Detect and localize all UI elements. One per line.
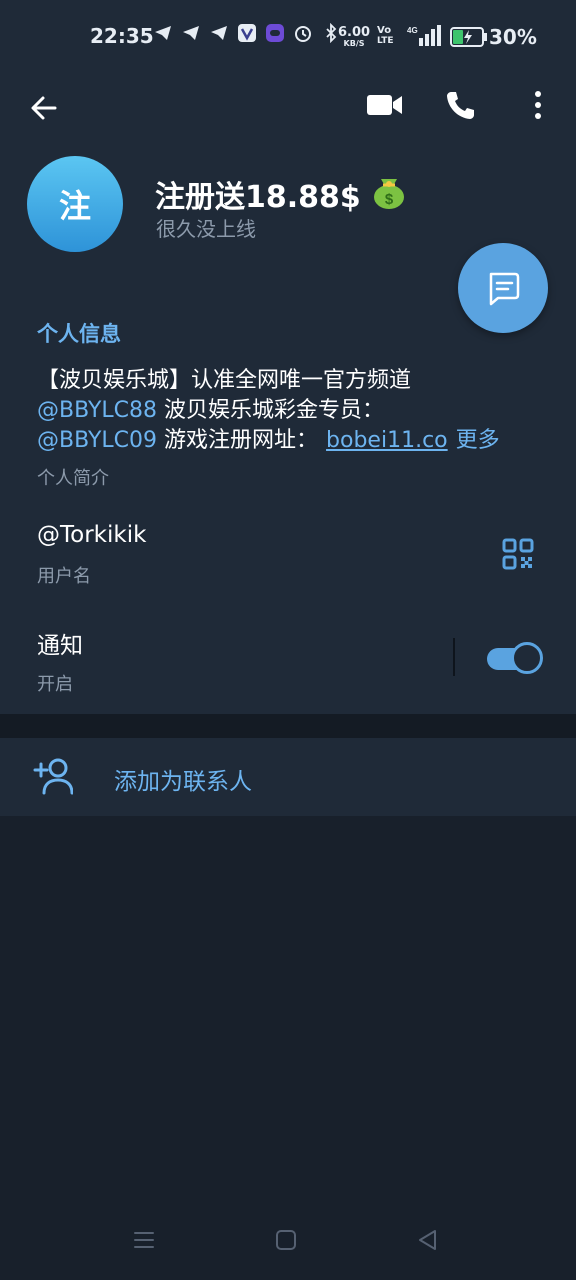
vpn-icon <box>236 22 258 44</box>
system-back-button[interactable] <box>416 1228 444 1256</box>
phone-icon <box>447 92 474 119</box>
add-contact-button[interactable]: 添加为联系人 <box>0 738 576 816</box>
system-navigation-bar <box>0 1200 576 1280</box>
avatar[interactable]: 注 <box>27 156 123 252</box>
bio-line-2: @BBYLC88 波贝娱乐城彩金专员： <box>37 396 557 426</box>
voice-call-button[interactable] <box>438 82 484 128</box>
qr-code-icon <box>502 538 534 570</box>
avatar-letter: 注 <box>58 187 91 225</box>
more-options-button[interactable] <box>516 82 560 128</box>
bio-line-1: 【波贝娱乐城】认准全网唯一官方频道 <box>37 368 412 393</box>
bio-text: 【波贝娱乐城】认准全网唯一官方频道 @BBYLC88 波贝娱乐城彩金专员： @B… <box>37 366 557 456</box>
send-message-button[interactable] <box>458 243 548 333</box>
money-bag-icon: $ <box>369 170 409 218</box>
status-notification-icons <box>152 22 342 44</box>
back-button[interactable] <box>22 86 66 130</box>
profile-name: 注册送18.88$ $ <box>155 170 409 218</box>
bio-mention-link-1[interactable]: @BBYLC88 <box>37 398 157 423</box>
network-speed-value: 6.00 <box>338 25 371 40</box>
bio-caption: 个人简介 <box>37 468 109 489</box>
add-user-icon <box>33 758 73 795</box>
bio-line-2-text: 波贝娱乐城彩金专员： <box>157 398 385 423</box>
bio-more-button[interactable]: 更多 <box>456 428 500 453</box>
volte-top: Vo <box>377 25 392 36</box>
triangle-back-icon <box>419 1230 436 1250</box>
last-seen-status: 很久没上线 <box>156 217 256 241</box>
chat-bubble-icon <box>489 272 520 306</box>
toggle-knob <box>511 642 543 674</box>
username-caption: 用户名 <box>37 566 91 587</box>
add-contact-label: 添加为联系人 <box>114 769 252 795</box>
profile-name-text: 注册送18.88$ <box>155 180 361 215</box>
bio-line-3-text: 游戏注册网址： <box>157 428 319 453</box>
battery-percent: 30% <box>489 25 537 49</box>
notifications-label[interactable]: 通知 <box>37 626 83 660</box>
status-bar: 22:35 6.00 KB/S Vo LTE 4G 30% <box>0 0 576 72</box>
recent-apps-button[interactable] <box>132 1228 160 1256</box>
volte-bottom: LTE <box>377 36 394 46</box>
svg-text:$: $ <box>385 191 394 208</box>
telegram-icon <box>208 22 230 44</box>
section-separator <box>0 714 576 738</box>
more-vertical-icon <box>535 91 541 119</box>
section-title: 个人信息 <box>37 322 121 346</box>
qr-code-button[interactable] <box>498 534 538 574</box>
telegram-icon <box>180 22 202 44</box>
status-time: 22:35 <box>90 24 154 48</box>
bio-mention-link-2[interactable]: @BBYLC09 <box>37 428 157 453</box>
signal-label: 4G <box>407 26 418 35</box>
profile-info-section: 个人信息 【波贝娱乐城】认准全网唯一官方频道 @BBYLC88 波贝娱乐城彩金专… <box>0 288 576 714</box>
bio-line-3: @BBYLC09 游戏注册网址： bobei11.co 更多 <box>37 426 557 456</box>
username-value[interactable]: @Torkikik <box>37 522 146 548</box>
video-camera-icon <box>367 95 402 115</box>
alarm-icon <box>292 22 314 44</box>
vertical-divider <box>453 638 455 676</box>
square-icon <box>276 1230 296 1250</box>
telegram-icon <box>152 22 174 44</box>
menu-icon <box>134 1232 154 1248</box>
video-call-button[interactable] <box>362 82 408 128</box>
network-speed-unit: KB/S <box>343 39 365 48</box>
network-speed: 6.00 KB/S <box>338 26 370 48</box>
signal-strength-icon: 4G <box>405 24 443 52</box>
notifications-toggle[interactable] <box>487 642 543 676</box>
arrow-left-icon <box>31 96 57 120</box>
notifications-caption: 开启 <box>37 674 73 695</box>
volte-indicator: Vo LTE <box>377 25 394 47</box>
home-button[interactable] <box>274 1228 302 1256</box>
battery-icon <box>450 26 488 52</box>
app-icon <box>264 22 286 44</box>
bio-url-link[interactable]: bobei11.co <box>326 428 448 453</box>
